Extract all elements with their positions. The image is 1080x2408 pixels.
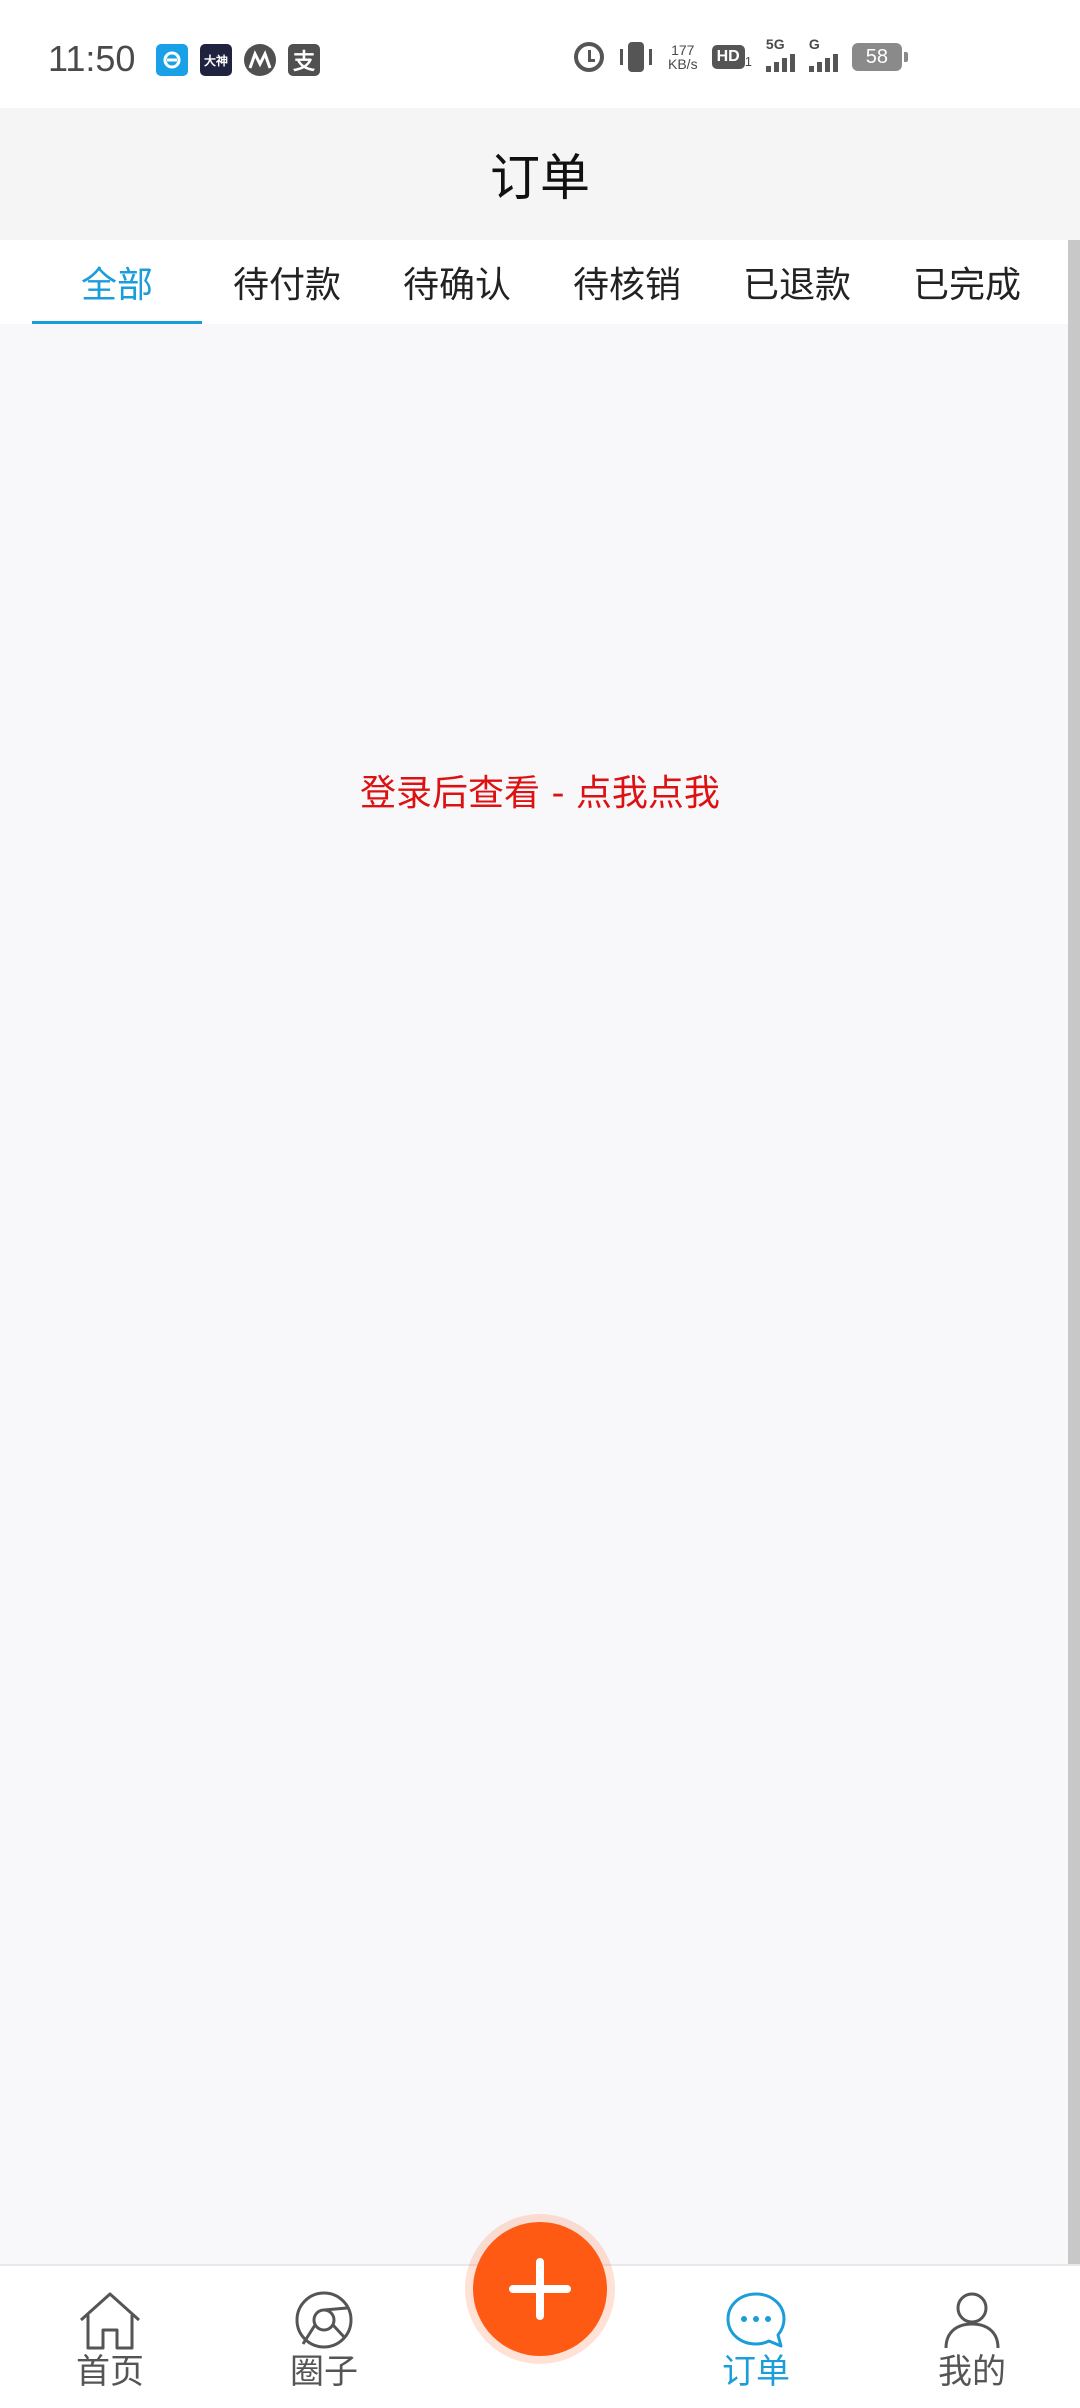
page-title: 订单 [490,149,590,207]
notification-icons: 大神 支 [156,44,320,76]
nav-orders-label: 订单 [722,2352,790,2392]
circle-icon [295,2291,353,2349]
tab-all[interactable]: 全部 [32,240,202,324]
vibrate-icon [620,42,652,72]
signal-g-icon: G [808,36,838,72]
nav-profile-label: 我的 [938,2352,1006,2392]
hd-icon: HD 1 [711,45,752,69]
system-icons: 177 KB/s HD 1 5G G 58 [574,36,908,72]
order-list-area: 登录后查看 - 点我点我 [0,324,1068,2264]
status-bar: 11:50 大神 支 177 KB/s HD 1 5G G 58 [0,0,1080,108]
tab-pending-confirm[interactable]: 待确认 [372,240,542,324]
login-prompt-link[interactable]: 登录后查看 - 点我点我 [0,764,1080,816]
tab-pending-redeem[interactable]: 待核销 [542,240,712,324]
add-button[interactable] [473,2222,607,2356]
nav-orders[interactable]: 订单 [686,2288,826,2392]
network-speed: 177 KB/s [668,43,698,71]
hd-label: HD [711,45,745,69]
nav-home[interactable]: 首页 [40,2288,180,2392]
alipay-icon: 支 [288,44,320,76]
nav-profile[interactable]: 我的 [902,2288,1042,2392]
dashen-icon: 大神 [200,44,232,76]
order-tabs: 全部 待付款 待确认 待核销 已退款 已完成 [0,240,1068,324]
signal-5g-label: 5G [765,36,785,52]
nav-home-label: 首页 [76,2352,144,2392]
battery-icon: 58 [851,43,908,71]
eleme-icon [156,44,188,76]
home-icon [79,2292,141,2350]
page-header: 订单 [0,108,1080,240]
alarm-icon [574,42,604,72]
tab-refunded[interactable]: 已退款 [712,240,882,324]
hd-sub: 1 [744,54,752,69]
tab-pending-payment[interactable]: 待付款 [202,240,372,324]
chat-icon [726,2292,786,2348]
signal-5g-icon: 5G [765,36,795,72]
scrollbar[interactable] [1068,240,1080,2290]
add-button-halo [465,2214,615,2364]
network-speed-unit: KB/s [668,56,698,72]
status-time: 11:50 [48,38,136,79]
user-icon [944,2292,1000,2349]
metro-icon [244,44,276,76]
tab-completed[interactable]: 已完成 [882,240,1052,324]
nav-circle-label: 圈子 [290,2352,358,2392]
signal-g-label: G [808,36,820,52]
nav-circle[interactable]: 圈子 [254,2288,394,2392]
plus-icon [509,2258,571,2320]
